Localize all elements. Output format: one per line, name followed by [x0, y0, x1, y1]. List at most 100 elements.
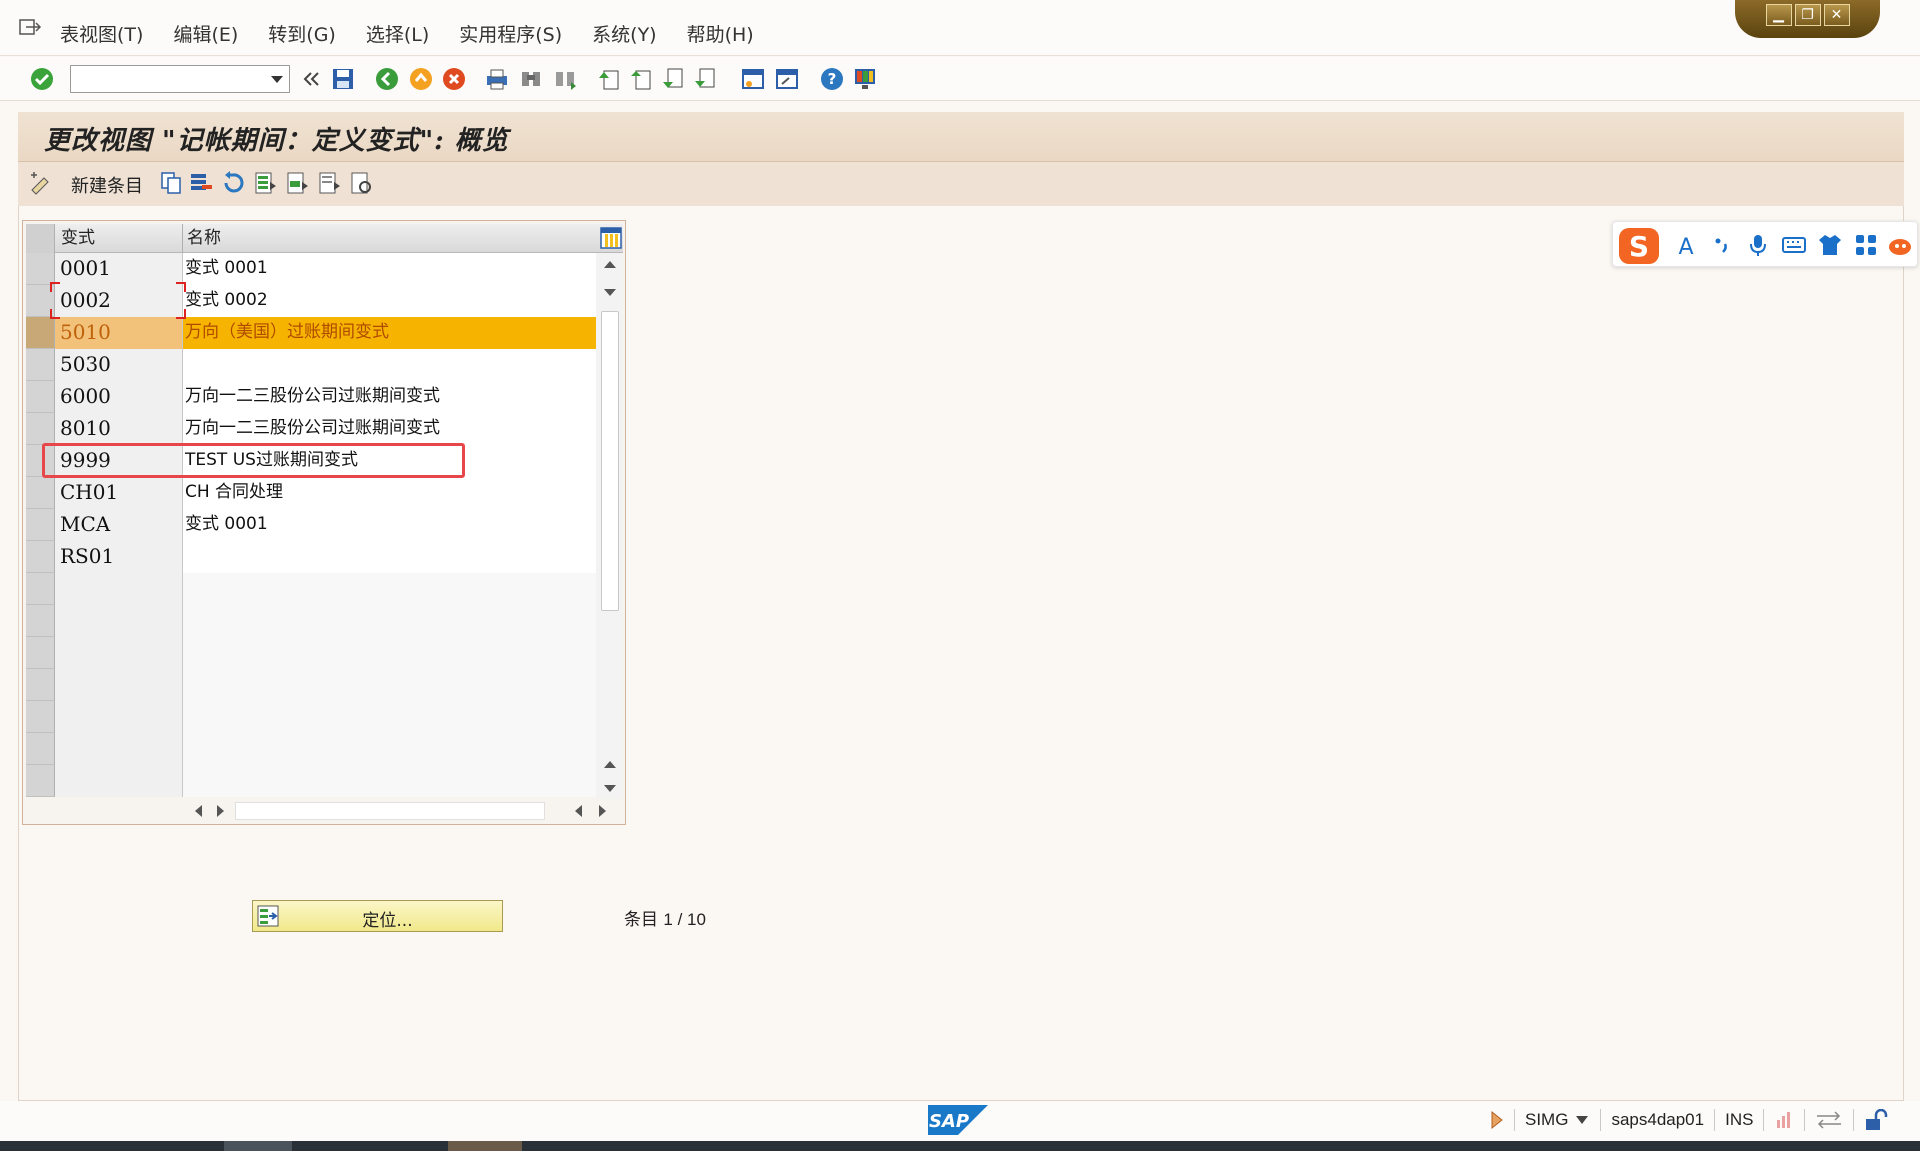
command-field[interactable]	[70, 65, 290, 93]
table-row[interactable]: 8010 万向一二三股份公司过账期间变式	[26, 413, 596, 445]
cell-name[interactable]: 变式 0001	[183, 509, 596, 541]
shortcut-icon[interactable]	[774, 66, 800, 92]
help-icon[interactable]: ?	[819, 66, 845, 92]
cell-variant[interactable]: 5010	[55, 317, 183, 349]
deselect-all-icon[interactable]	[316, 170, 342, 196]
table-row[interactable]: 0001 变式 0001	[26, 253, 596, 285]
input-mode[interactable]: INS	[1725, 1110, 1753, 1130]
cell-variant[interactable]: CH01	[55, 477, 183, 509]
cell-name[interactable]: 变式 0001	[183, 253, 596, 285]
mascot-icon[interactable]	[1887, 232, 1913, 258]
microphone-icon[interactable]	[1745, 232, 1771, 258]
scroll-down-top-icon[interactable]	[604, 289, 616, 296]
menu-utilities[interactable]: 实用程序(S)	[459, 20, 562, 47]
next-page-icon[interactable]	[660, 66, 686, 92]
row-selector[interactable]	[26, 253, 55, 285]
cell-variant[interactable]: 6000	[55, 381, 183, 413]
minimize-button[interactable]: ▁	[1765, 4, 1792, 26]
row-selector[interactable]	[26, 349, 55, 381]
cell-name[interactable]	[183, 349, 596, 381]
table-row[interactable]: CH01 CH 合同处理	[26, 477, 596, 509]
transaction-code[interactable]: SIMG	[1525, 1110, 1568, 1130]
cell-name[interactable]	[183, 541, 596, 573]
select-all-icon[interactable]	[252, 170, 278, 196]
table-row[interactable]: 5030	[26, 349, 596, 381]
cell-name[interactable]: 万向一二三股份公司过账期间变式	[183, 381, 596, 413]
toolbox-grid-icon[interactable]	[1853, 232, 1879, 258]
row-selector[interactable]	[26, 381, 55, 413]
horizontal-scrollbar[interactable]	[183, 801, 623, 821]
row-selector[interactable]	[26, 317, 55, 349]
cell-name[interactable]: 万向一二三股份公司过账期间变式	[183, 413, 596, 445]
table-row[interactable]: 6000 万向一二三股份公司过账期间变式	[26, 381, 596, 413]
delete-icon[interactable]	[188, 170, 214, 196]
cell-name[interactable]: 变式 0002	[183, 285, 596, 317]
command-dropdown-icon[interactable]	[271, 76, 283, 83]
restore-button[interactable]: ❐	[1794, 4, 1821, 26]
menu-system[interactable]: 系统(Y)	[592, 20, 656, 47]
cell-name[interactable]: CH 合同处理	[183, 477, 596, 509]
scroll-left-icon[interactable]	[195, 805, 202, 817]
scroll-down-bottom-icon[interactable]	[604, 785, 616, 792]
cancel-icon[interactable]	[441, 66, 467, 92]
cell-variant[interactable]: 0001	[55, 253, 183, 285]
new-session-icon[interactable]	[740, 66, 766, 92]
menu-selection[interactable]: 选择(L)	[366, 20, 429, 47]
command-input[interactable]	[71, 66, 261, 92]
table-settings-icon[interactable]	[600, 227, 622, 249]
transaction-dropdown-icon[interactable]	[1574, 1113, 1590, 1127]
punctuation-icon[interactable]	[1709, 232, 1735, 258]
table-row[interactable]: MCA 变式 0001	[26, 509, 596, 541]
sogou-logo-icon[interactable]: S	[1617, 226, 1661, 266]
cell-variant[interactable]: RS01	[55, 541, 183, 573]
scroll-right-icon[interactable]	[217, 805, 224, 817]
cell-variant[interactable]: 5030	[55, 349, 183, 381]
customize-layout-icon[interactable]	[852, 66, 878, 92]
cell-name[interactable]: 万向（美国）过账期间变式	[183, 317, 596, 349]
language-mode-icon[interactable]: A	[1673, 232, 1699, 258]
save-icon[interactable]	[330, 66, 356, 92]
display-change-icon[interactable]	[28, 170, 54, 196]
scroll-thumb[interactable]	[601, 311, 619, 611]
exit-menu-icon[interactable]	[18, 18, 42, 38]
scroll-up-bottom-icon[interactable]	[604, 761, 616, 768]
previous-page-icon[interactable]	[628, 66, 654, 92]
print-icon[interactable]	[484, 66, 510, 92]
undo-change-icon[interactable]	[220, 170, 246, 196]
exit-icon[interactable]	[408, 66, 434, 92]
configure-icon[interactable]	[348, 170, 374, 196]
table-row-highlighted[interactable]: 5010 万向（美国）过账期间变式	[26, 317, 596, 349]
row-selector[interactable]	[26, 541, 55, 573]
enter-check-icon[interactable]	[29, 66, 55, 92]
find-next-icon[interactable]	[552, 66, 578, 92]
status-expand-icon[interactable]	[1490, 1110, 1504, 1130]
column-header-name[interactable]: 名称	[183, 224, 596, 253]
taskbar-item[interactable]	[448, 1141, 522, 1151]
select-block-icon[interactable]	[284, 170, 310, 196]
keyboard-icon[interactable]	[1781, 232, 1807, 258]
cell-variant[interactable]: MCA	[55, 509, 183, 541]
collapse-chevron-icon[interactable]	[299, 66, 325, 92]
table-row[interactable]: RS01	[26, 541, 596, 573]
menu-table-view[interactable]: 表视图(T)	[60, 20, 143, 47]
back-icon[interactable]	[374, 66, 400, 92]
select-all-column-button[interactable]	[26, 224, 55, 253]
close-button[interactable]: ✕	[1823, 4, 1850, 26]
find-icon[interactable]	[518, 66, 544, 92]
menu-goto[interactable]: 转到(G)	[268, 20, 336, 47]
row-selector[interactable]	[26, 477, 55, 509]
position-button[interactable]: 定位...	[252, 900, 503, 932]
vertical-scrollbar[interactable]	[596, 253, 623, 799]
skin-shirt-icon[interactable]	[1817, 232, 1843, 258]
scroll-right-icon[interactable]	[599, 805, 606, 817]
row-selector[interactable]	[26, 413, 55, 445]
row-selector[interactable]	[26, 509, 55, 541]
copy-as-icon[interactable]	[158, 170, 184, 196]
table-row[interactable]: 0002 变式 0002	[26, 285, 596, 317]
scroll-left-icon[interactable]	[575, 805, 582, 817]
taskbar-item[interactable]	[224, 1141, 292, 1151]
menu-edit[interactable]: 编辑(E)	[173, 20, 238, 47]
first-page-icon[interactable]	[596, 66, 622, 92]
scroll-up-top-icon[interactable]	[604, 261, 616, 268]
cell-variant[interactable]: 0002	[55, 285, 183, 317]
